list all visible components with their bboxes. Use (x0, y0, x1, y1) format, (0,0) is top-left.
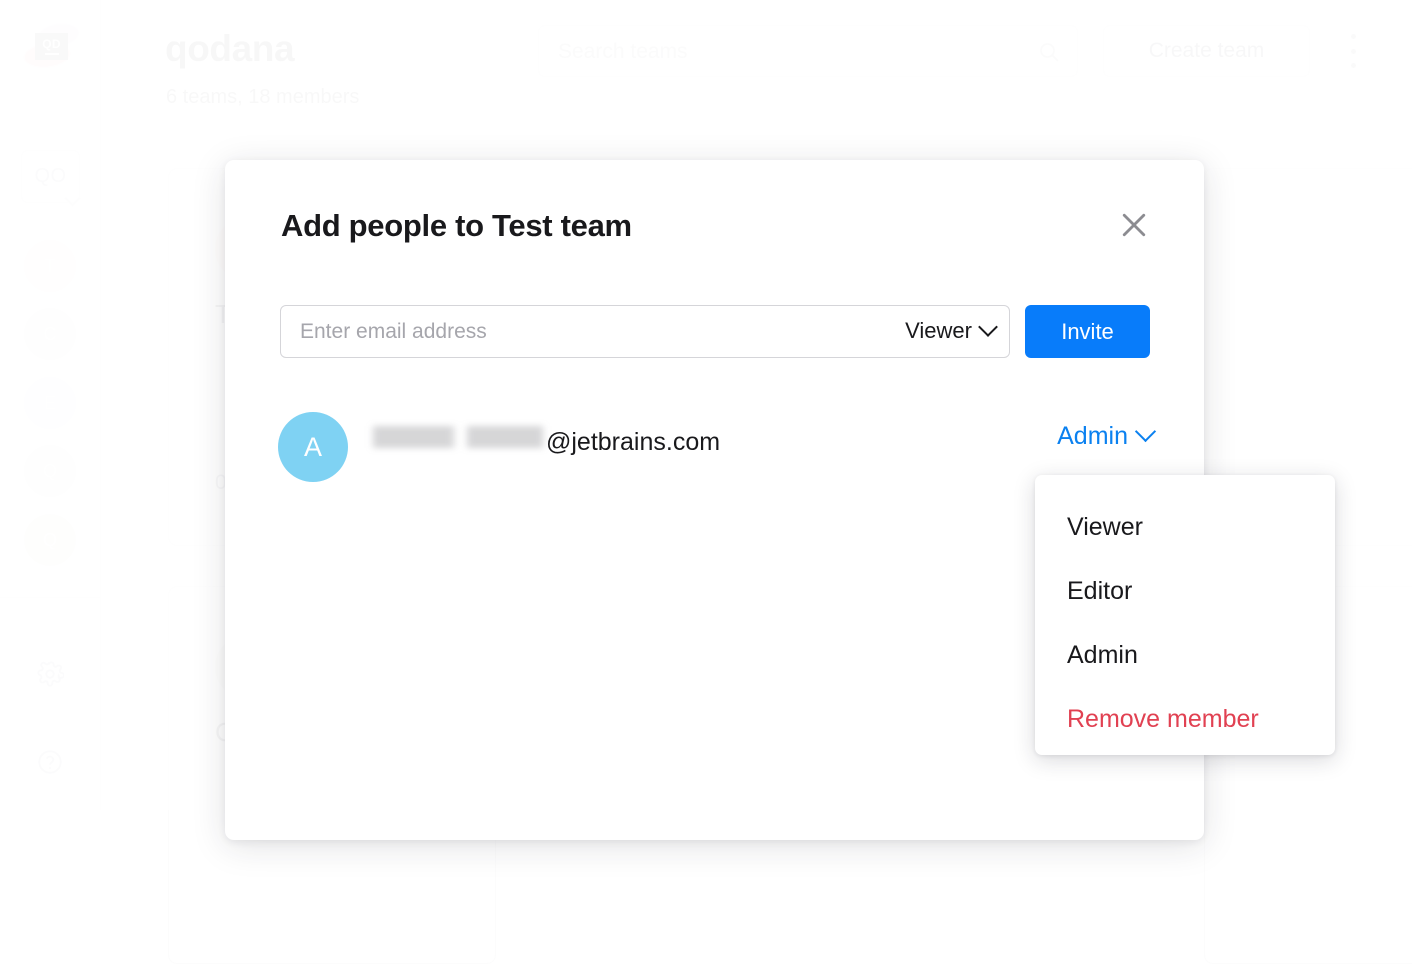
role-menu-item-label: Admin (1067, 641, 1138, 670)
member-role-value: Admin (1057, 422, 1128, 451)
invite-role-select[interactable]: Viewer (905, 318, 995, 344)
close-icon[interactable] (1116, 207, 1152, 243)
role-menu-item-editor[interactable]: Editor (1035, 559, 1335, 623)
chevron-down-icon (1135, 421, 1156, 442)
role-dropdown-menu: Viewer Editor Admin Remove member (1035, 475, 1335, 755)
role-menu-item-label: Editor (1067, 577, 1132, 606)
modal-title: Add people to Test team (281, 208, 632, 244)
member-email-domain: @jetbrains.com (546, 428, 720, 457)
invite-role-value: Viewer (905, 318, 972, 344)
avatar-letter: A (304, 432, 322, 463)
member-role-select[interactable]: Admin (1057, 422, 1153, 451)
role-menu-item-viewer[interactable]: Viewer (1035, 495, 1335, 559)
avatar: A (278, 412, 348, 482)
chevron-down-icon (978, 317, 998, 337)
email-placeholder: Enter email address (300, 320, 487, 344)
role-menu-item-admin[interactable]: Admin (1035, 623, 1335, 687)
role-menu-item-remove-member[interactable]: Remove member (1035, 687, 1335, 751)
member-list-item: A @jetbrains.com Admin (278, 412, 1153, 482)
member-email: @jetbrains.com (368, 428, 720, 457)
role-menu-item-label: Viewer (1067, 513, 1143, 542)
email-input[interactable]: Enter email address Viewer (280, 305, 1010, 358)
role-menu-item-label: Remove member (1067, 705, 1259, 734)
invite-button[interactable]: Invite (1025, 305, 1150, 358)
invite-button-label: Invite (1061, 319, 1114, 345)
redacted-email-local (368, 426, 546, 448)
